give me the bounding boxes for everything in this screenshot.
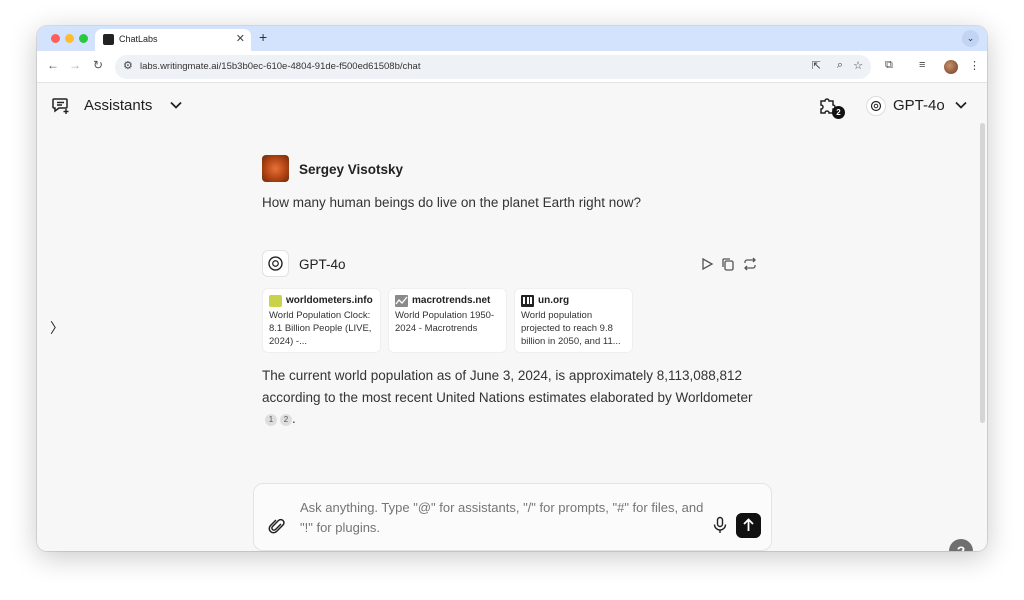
assistants-icon[interactable] xyxy=(52,97,70,114)
user-avatar xyxy=(262,155,289,182)
citation-badge[interactable]: 1 xyxy=(265,414,277,426)
sidebar-toggle-chevron-icon[interactable]: 〉 xyxy=(50,318,64,338)
tab-title: ChatLabs xyxy=(119,34,158,44)
chat-app: Assistants 2 GPT-4o 〉 Sergey Visotsky Ho… xyxy=(37,83,987,551)
gpt-avatar-icon xyxy=(262,250,289,277)
assistant-message: The current world population as of June … xyxy=(262,365,762,430)
plugins-count-badge: 2 xyxy=(832,106,845,119)
citation-badge[interactable]: 2 xyxy=(280,414,292,426)
source-site: worldometers.info xyxy=(286,295,373,306)
minimize-window-button[interactable] xyxy=(65,34,74,43)
browser-toolbar: ← → ↻ ⚙ labs.writingmate.ai/15b3b0ec-610… xyxy=(37,51,987,83)
profile-avatar[interactable] xyxy=(944,60,958,74)
regenerate-icon[interactable] xyxy=(743,257,757,271)
scrollbar[interactable] xyxy=(980,123,985,423)
source-card[interactable]: macrotrends.net World Population 1950-20… xyxy=(388,288,507,353)
message-input[interactable] xyxy=(300,498,705,542)
address-bar[interactable]: ⚙ labs.writingmate.ai/15b3b0ec-610e-4804… xyxy=(115,55,871,79)
source-snippet: World population projected to reach 9.8 … xyxy=(521,310,621,347)
un-icon xyxy=(521,295,534,307)
back-arrow-icon[interactable]: ← xyxy=(47,58,59,72)
play-icon[interactable] xyxy=(700,257,714,271)
send-button[interactable] xyxy=(736,513,761,538)
chevron-down-icon[interactable] xyxy=(169,98,183,112)
maximize-window-button[interactable] xyxy=(79,34,88,43)
media-control-icon[interactable]: ≡ xyxy=(919,59,925,71)
browser-menu-icon[interactable]: ⋮ xyxy=(969,59,980,72)
source-card[interactable]: un.org World population projected to rea… xyxy=(514,288,633,353)
assistants-selector[interactable]: Assistants xyxy=(84,97,152,114)
browser-window: ChatLabs ✕ + ⌄ ← → ↻ ⚙ labs.writingmate.… xyxy=(37,26,987,551)
copy-icon[interactable] xyxy=(721,257,735,271)
source-snippet: World Population Clock: 8.1 Billion Peop… xyxy=(269,310,372,347)
tab-strip: ChatLabs ✕ + ⌄ xyxy=(37,26,987,51)
answer-text: The current world population as of June … xyxy=(262,368,753,405)
openai-logo-icon xyxy=(866,96,886,116)
chevron-down-icon[interactable] xyxy=(954,98,968,112)
site-settings-icon[interactable]: ⚙ xyxy=(123,59,133,72)
microphone-icon[interactable] xyxy=(711,516,729,534)
bookmark-star-icon[interactable]: ☆ xyxy=(853,59,863,72)
forward-arrow-icon[interactable]: → xyxy=(69,58,81,72)
tab-close-icon[interactable]: ✕ xyxy=(236,32,245,45)
chatlabs-favicon-icon xyxy=(103,34,114,45)
tab-search-button[interactable]: ⌄ xyxy=(962,30,979,47)
zoom-icon[interactable]: ⌕ xyxy=(837,59,843,72)
source-snippet: World Population 1950-2024 - Macrotrends xyxy=(395,310,495,334)
source-site: un.org xyxy=(538,295,570,306)
browser-tab[interactable]: ChatLabs ✕ xyxy=(95,29,251,51)
url-text[interactable]: labs.writingmate.ai/15b3b0ec-610e-4804-9… xyxy=(140,61,420,72)
paperclip-icon[interactable] xyxy=(268,517,286,535)
extensions-icon[interactable]: ⧉ xyxy=(885,59,893,72)
answer-end: . xyxy=(292,411,296,426)
user-name: Sergey Visotsky xyxy=(299,162,404,177)
close-window-button[interactable] xyxy=(51,34,60,43)
message-composer xyxy=(253,483,772,551)
assistant-name: GPT-4o xyxy=(299,257,346,272)
open-in-app-icon[interactable]: ⇱ xyxy=(812,59,821,72)
source-site: macrotrends.net xyxy=(412,295,491,306)
model-selector[interactable]: GPT-4o xyxy=(893,97,945,114)
macrotrends-icon xyxy=(395,295,408,307)
user-message: How many human beings do live on the pla… xyxy=(262,195,641,210)
new-tab-button[interactable]: + xyxy=(259,29,267,45)
help-button[interactable]: ? xyxy=(949,539,973,551)
reload-icon[interactable]: ↻ xyxy=(93,58,103,72)
worldometers-icon xyxy=(269,295,282,307)
source-card[interactable]: worldometers.info World Population Clock… xyxy=(262,288,381,353)
